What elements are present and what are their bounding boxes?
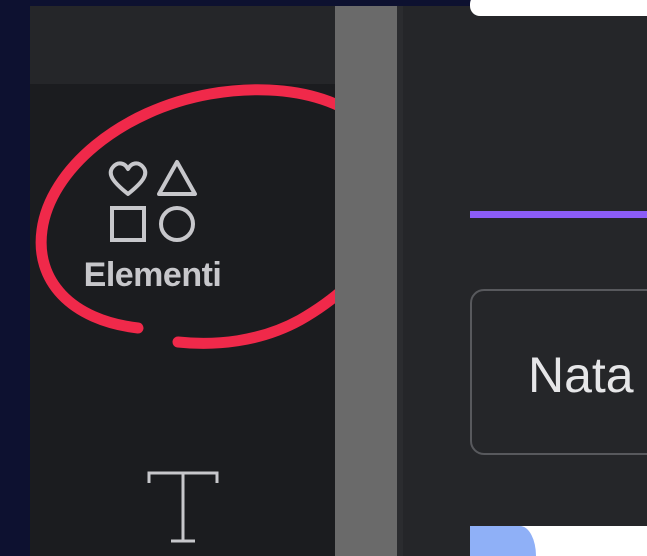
main-panel [403,6,647,556]
name-input[interactable]: Nata [470,289,647,455]
sidebar-item-elements[interactable]: Elementi [30,120,275,320]
screen-frame-left [0,0,30,556]
sidebar-top-section [30,6,335,84]
active-tab-indicator [470,211,647,218]
shapes-icon [108,160,197,242]
text-icon [147,471,218,543]
sidebar-scrollbar[interactable] [335,6,397,556]
sidebar-item-label: Elementi [83,256,222,294]
sidebar-item-text[interactable] [120,465,245,556]
name-input-value: Nata [528,347,634,403]
bottom-preview-accent [470,526,536,556]
top-input-field[interactable] [470,0,647,16]
